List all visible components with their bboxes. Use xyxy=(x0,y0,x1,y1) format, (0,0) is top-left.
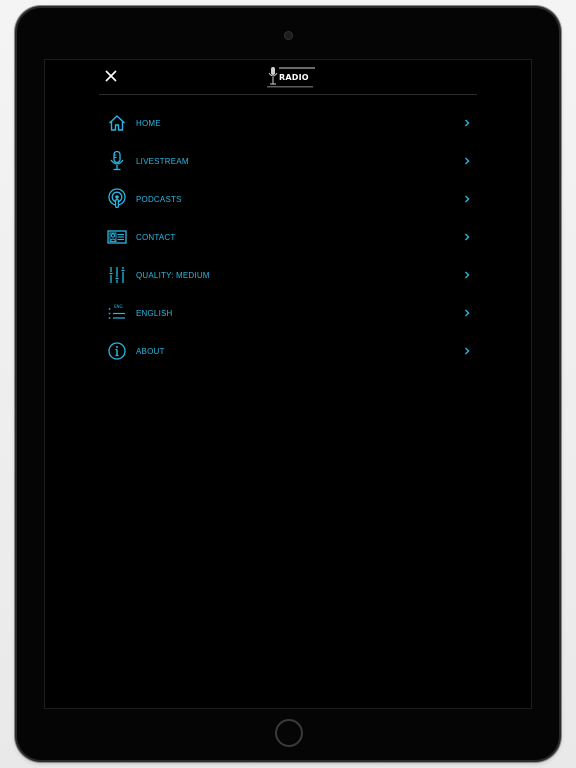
home-icon xyxy=(106,112,128,134)
close-button[interactable] xyxy=(102,67,120,85)
chevron-right-icon xyxy=(465,271,470,279)
menu-item-label: QUALITY: MEDIUM xyxy=(136,270,210,280)
menu-item-label: ABOUT xyxy=(136,346,165,356)
menu-item-home[interactable]: HOME xyxy=(99,104,477,142)
chevron-right-icon xyxy=(465,195,470,203)
app-screen: RADIO HOME LIVESTREAM PODCASTS CONTACT Q… xyxy=(45,60,531,708)
tablet-device-frame: RADIO HOME LIVESTREAM PODCASTS CONTACT Q… xyxy=(17,8,559,760)
chevron-right-icon xyxy=(465,309,470,317)
logo-text: RADIO xyxy=(279,73,309,82)
menu-item-quality[interactable]: QUALITY: MEDIUM xyxy=(99,256,477,294)
logo-subline-decoration xyxy=(267,86,313,88)
menu-item-label: LIVESTREAM xyxy=(136,156,189,166)
app-logo: RADIO xyxy=(267,64,321,90)
chevron-right-icon xyxy=(465,347,470,355)
menu-item-label: PODCASTS xyxy=(136,194,182,204)
menu-item-label: CONTACT xyxy=(136,232,176,242)
language-list-icon: ENG xyxy=(106,302,128,324)
menu-item-label: HOME xyxy=(136,118,161,128)
home-hardware-button[interactable] xyxy=(275,719,303,747)
svg-text:ENG: ENG xyxy=(114,304,123,309)
menu-item-about[interactable]: ABOUT xyxy=(99,332,477,370)
menu-item-podcasts[interactable]: PODCASTS xyxy=(99,180,477,218)
chevron-right-icon xyxy=(465,233,470,241)
menu-item-livestream[interactable]: LIVESTREAM xyxy=(99,142,477,180)
info-icon xyxy=(106,340,128,362)
equalizer-icon xyxy=(106,264,128,286)
top-bar: RADIO xyxy=(99,60,477,95)
menu-item-language[interactable]: ENG ENGLISH xyxy=(99,294,477,332)
microphone-icon xyxy=(106,150,128,172)
logo-tagline-decoration xyxy=(279,67,315,69)
close-icon xyxy=(105,70,117,82)
camera xyxy=(285,32,292,39)
podcast-icon xyxy=(106,188,128,210)
menu-item-contact[interactable]: CONTACT xyxy=(99,218,477,256)
navigation-menu: HOME LIVESTREAM PODCASTS CONTACT QUALITY… xyxy=(99,104,477,370)
chevron-right-icon xyxy=(465,157,470,165)
contact-card-icon xyxy=(106,226,128,248)
chevron-right-icon xyxy=(465,119,470,127)
menu-item-label: ENGLISH xyxy=(136,308,173,318)
